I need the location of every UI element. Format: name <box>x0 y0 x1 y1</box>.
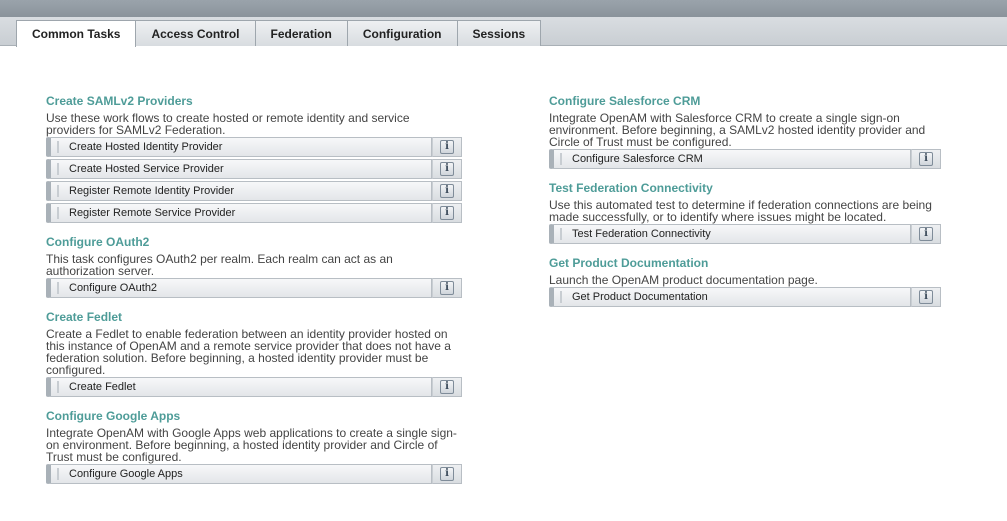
task-row: Create Fedlet i <box>46 377 462 397</box>
task-row: Configure OAuth2 i <box>46 278 462 298</box>
info-icon: i <box>440 281 454 295</box>
right-column: Configure Salesforce CRM Integrate OpenA… <box>549 94 941 319</box>
info-button[interactable]: i <box>432 464 462 484</box>
left-column: Create SAMLv2 Providers Use these work f… <box>46 94 462 496</box>
section-title: Configure Google Apps <box>46 409 181 423</box>
info-button[interactable]: i <box>432 278 462 298</box>
section-description: Use these work flows to create hosted or… <box>46 111 410 137</box>
create-hosted-identity-provider-button[interactable]: Create Hosted Identity Provider <box>46 137 432 157</box>
section-title: Create Fedlet <box>46 310 123 324</box>
task-row: Test Federation Connectivity i <box>549 224 941 244</box>
create-hosted-service-provider-button[interactable]: Create Hosted Service Provider <box>46 159 432 179</box>
tab-federation[interactable]: Federation <box>254 20 348 46</box>
section-title: Configure Salesforce CRM <box>549 94 701 108</box>
header-strip <box>0 0 1007 17</box>
section-description: Launch the OpenAM product documentation … <box>549 273 818 287</box>
task-row: Register Remote Identity Provider i <box>46 181 462 201</box>
register-remote-service-provider-button[interactable]: Register Remote Service Provider <box>46 203 432 223</box>
section-create-samlv2-providers: Create SAMLv2 Providers Use these work f… <box>46 94 462 223</box>
info-icon: i <box>440 206 454 220</box>
task-row: Configure Salesforce CRM i <box>549 149 941 169</box>
info-button[interactable]: i <box>911 149 941 169</box>
task-row: Configure Google Apps i <box>46 464 462 484</box>
section-description: Create a Fedlet to enable federation bet… <box>46 327 451 377</box>
section-description: Use this automated test to determine if … <box>549 198 932 224</box>
create-fedlet-button[interactable]: Create Fedlet <box>46 377 432 397</box>
task-row: Create Hosted Identity Provider i <box>46 137 462 157</box>
info-button[interactable]: i <box>432 377 462 397</box>
tab-common-tasks[interactable]: Common Tasks <box>16 20 137 47</box>
section-description: This task configures OAuth2 per realm. E… <box>46 252 393 278</box>
test-federation-connectivity-button[interactable]: Test Federation Connectivity <box>549 224 911 244</box>
task-row: Get Product Documentation i <box>549 287 941 307</box>
tab-configuration[interactable]: Configuration <box>346 20 458 46</box>
info-icon: i <box>440 162 454 176</box>
tab-bar: Common Tasks Access Control Federation C… <box>0 17 1007 47</box>
configure-salesforce-crm-button[interactable]: Configure Salesforce CRM <box>549 149 911 169</box>
section-get-product-documentation: Get Product Documentation Launch the Ope… <box>549 256 941 307</box>
section-configure-salesforce-crm: Configure Salesforce CRM Integrate OpenA… <box>549 94 941 169</box>
section-create-fedlet: Create Fedlet Create a Fedlet to enable … <box>46 310 462 397</box>
section-title: Test Federation Connectivity <box>549 181 713 195</box>
info-icon: i <box>440 184 454 198</box>
tab-sessions[interactable]: Sessions <box>456 20 542 46</box>
section-configure-oauth2: Configure OAuth2 This task configures OA… <box>46 235 462 298</box>
info-icon: i <box>919 152 933 166</box>
section-test-federation-connectivity: Test Federation Connectivity Use this au… <box>549 181 941 244</box>
configure-google-apps-button[interactable]: Configure Google Apps <box>46 464 432 484</box>
info-icon: i <box>440 380 454 394</box>
configure-oauth2-button[interactable]: Configure OAuth2 <box>46 278 432 298</box>
task-row: Register Remote Service Provider i <box>46 203 462 223</box>
section-description: Integrate OpenAM with Google Apps web ap… <box>46 426 457 464</box>
info-button[interactable]: i <box>432 137 462 157</box>
section-description: Integrate OpenAM with Salesforce CRM to … <box>549 111 926 149</box>
info-icon: i <box>440 467 454 481</box>
section-title: Configure OAuth2 <box>46 235 150 249</box>
section-title: Get Product Documentation <box>549 256 709 270</box>
register-remote-identity-provider-button[interactable]: Register Remote Identity Provider <box>46 181 432 201</box>
info-icon: i <box>440 140 454 154</box>
task-row: Create Hosted Service Provider i <box>46 159 462 179</box>
info-button[interactable]: i <box>432 181 462 201</box>
info-icon: i <box>919 290 933 304</box>
info-button[interactable]: i <box>432 159 462 179</box>
info-button[interactable]: i <box>432 203 462 223</box>
get-product-documentation-button[interactable]: Get Product Documentation <box>549 287 911 307</box>
tab-access-control[interactable]: Access Control <box>135 20 256 46</box>
info-button[interactable]: i <box>911 287 941 307</box>
tab-list: Common Tasks Access Control Federation C… <box>16 20 542 47</box>
info-icon: i <box>919 227 933 241</box>
section-configure-google-apps: Configure Google Apps Integrate OpenAM w… <box>46 409 462 484</box>
section-title: Create SAMLv2 Providers <box>46 94 193 108</box>
info-button[interactable]: i <box>911 224 941 244</box>
